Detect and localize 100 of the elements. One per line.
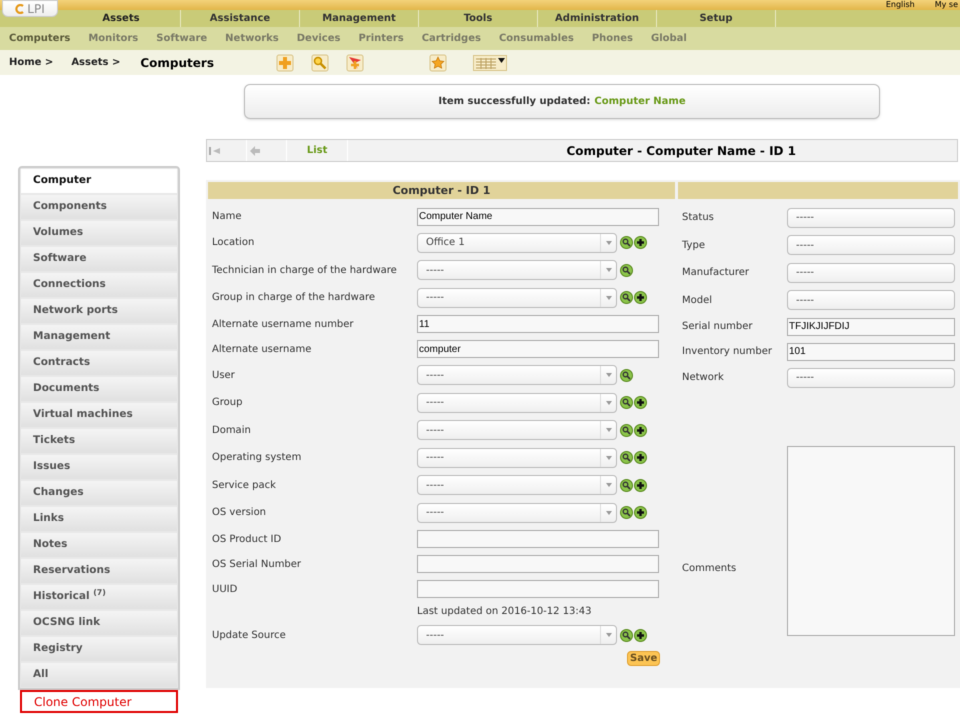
- sidebar-tab[interactable]: Registry: [21, 637, 177, 661]
- sidebar-tab[interactable]: Changes: [21, 481, 177, 505]
- comments-field[interactable]: [787, 446, 955, 636]
- template-icon[interactable]: [346, 54, 364, 72]
- search-icon[interactable]: [620, 291, 633, 304]
- input-field[interactable]: [417, 580, 659, 598]
- dropdown[interactable]: -----: [417, 260, 617, 280]
- search-icon[interactable]: [620, 236, 633, 250]
- sidebar-tab[interactable]: Software: [21, 247, 177, 271]
- add-icon[interactable]: [634, 291, 647, 304]
- message-text: Item successfully updated:: [438, 95, 590, 109]
- breadcrumb-link[interactable]: Home >: [9, 55, 54, 70]
- field-label: UUID: [212, 584, 238, 594]
- dropdown[interactable]: -----: [787, 368, 955, 388]
- field-label: Manufacturer: [682, 267, 749, 278]
- input-field[interactable]: [417, 555, 659, 573]
- field-label: Operating system: [212, 452, 302, 464]
- dropdown[interactable]: Office 1: [417, 232, 617, 253]
- top-link[interactable]: My se: [934, 0, 958, 10]
- sidebar-tab[interactable]: Virtual machines: [21, 403, 177, 427]
- field-label: Alternate username: [212, 344, 312, 354]
- sidebar-tab[interactable]: Links: [21, 507, 177, 531]
- field-label: Update Source: [212, 630, 286, 641]
- field-label: User: [212, 370, 235, 381]
- record-title: Computer - Computer Name - ID 1: [566, 142, 796, 160]
- field-label: Domain: [212, 424, 251, 436]
- field-label: Comments: [682, 562, 736, 574]
- sidebar-tab[interactable]: Reservations: [21, 559, 177, 583]
- input-field[interactable]: computer: [417, 340, 659, 358]
- sidebar-tab[interactable]: Documents: [21, 377, 177, 401]
- dropdown[interactable]: -----: [787, 208, 955, 228]
- dropdown[interactable]: -----: [417, 392, 617, 413]
- search-icon[interactable]: [620, 396, 633, 410]
- search-icon[interactable]: [620, 628, 633, 642]
- input-field[interactable]: TFJIKJIJFDIJ: [787, 318, 955, 336]
- field-label: Location: [212, 237, 254, 248]
- dropdown[interactable]: -----: [787, 290, 955, 310]
- sidebar-tab[interactable]: Notes: [21, 533, 177, 557]
- sidebar-tab[interactable]: OCSNG link: [21, 611, 177, 635]
- dropdown[interactable]: -----: [417, 475, 617, 496]
- sidebar-tab[interactable]: Tickets: [21, 429, 177, 453]
- form-header: Computer - ID 1: [208, 182, 675, 199]
- star-icon[interactable]: [428, 54, 447, 72]
- field-label: OS Serial Number: [212, 558, 302, 570]
- add-icon[interactable]: [634, 628, 647, 642]
- logo[interactable]: LPI: [2, 0, 58, 17]
- dropdown[interactable]: -----: [417, 448, 617, 468]
- field-label: Group: [212, 397, 242, 408]
- dropdown[interactable]: -----: [417, 288, 617, 308]
- save-button[interactable]: Save: [627, 651, 660, 666]
- top-link[interactable]: English: [886, 0, 915, 10]
- field-label: Serial number: [682, 321, 753, 332]
- field-label: Model: [682, 294, 712, 306]
- add-icon[interactable]: [634, 478, 647, 492]
- sidebar-tab[interactable]: Computer: [21, 169, 177, 193]
- add-icon[interactable]: [634, 396, 647, 410]
- field-label: Status: [682, 212, 714, 224]
- sidebar-tab[interactable]: Components: [21, 195, 177, 219]
- dropdown[interactable]: -----: [417, 365, 617, 386]
- list-dropdown-icon[interactable]: [472, 54, 507, 70]
- field-label: OS version: [212, 507, 266, 518]
- sidebar-tab[interactable]: Management: [21, 325, 177, 349]
- input-field[interactable]: 11: [417, 315, 659, 333]
- field-label: Service pack: [212, 480, 276, 491]
- search-icon[interactable]: [620, 478, 633, 492]
- sidebar-tab[interactable]: Volumes: [21, 221, 177, 245]
- input-field[interactable]: Computer Name: [417, 208, 659, 226]
- add-icon[interactable]: [634, 236, 647, 250]
- page-title: Computers: [140, 54, 214, 72]
- add-icon[interactable]: [634, 424, 647, 437]
- sidebar-tab[interactable]: Contracts: [21, 351, 177, 375]
- input-field[interactable]: 101: [787, 342, 955, 360]
- dropdown[interactable]: -----: [787, 262, 955, 283]
- dropdown[interactable]: -----: [417, 625, 617, 646]
- dropdown[interactable]: -----: [787, 235, 955, 256]
- input-field[interactable]: [417, 530, 659, 548]
- search-icon[interactable]: [620, 451, 633, 464]
- field-label: Alternate username number: [212, 318, 354, 330]
- field-label: Inventory number: [682, 346, 772, 357]
- submenu-item[interactable]: Computers: [9, 31, 70, 46]
- field-label: Network: [682, 372, 724, 384]
- add-icon[interactable]: [634, 506, 647, 520]
- field-label: Type: [682, 240, 705, 251]
- last-updated-text: Last updated on 2016-10-12 13:43: [417, 605, 592, 619]
- dropdown[interactable]: -----: [417, 420, 617, 440]
- search-icon[interactable]: [620, 264, 633, 277]
- field-label: Name: [212, 211, 242, 222]
- sidebar-tab[interactable]: Issues: [21, 455, 177, 479]
- dropdown[interactable]: -----: [417, 502, 617, 523]
- sidebar-tab[interactable]: Historical $^{(7)}$: [21, 585, 177, 609]
- search-icon[interactable]: [620, 424, 633, 437]
- sidebar-tab[interactable]: Connections: [21, 273, 177, 297]
- search-icon[interactable]: [620, 368, 633, 382]
- search-icon[interactable]: [620, 506, 633, 520]
- sidebar-tab[interactable]: All: [21, 663, 177, 687]
- sidebar-tab[interactable]: Network ports: [21, 299, 177, 323]
- clone-button[interactable]: Clone Computer: [20, 690, 178, 713]
- breadcrumb-link[interactable]: Assets >: [71, 55, 120, 70]
- add-icon[interactable]: [634, 451, 647, 464]
- field-label: Technician in charge of the hardware: [212, 264, 397, 276]
